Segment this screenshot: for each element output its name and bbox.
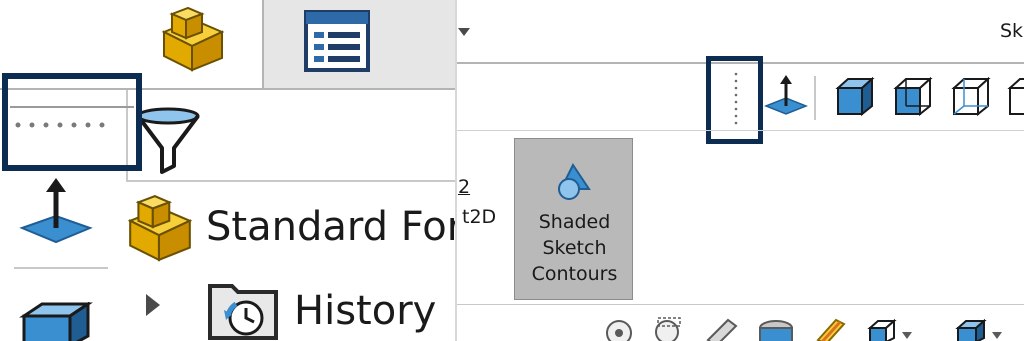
feature-manager-panel: Standard For History: [0, 0, 456, 341]
graphics-area-toolbar: Sk 2 t2D Shaded Sketch Contours: [456, 0, 1024, 341]
tab-property-manager[interactable]: [262, 0, 416, 88]
shaded-icon[interactable]: [892, 76, 934, 118]
dropdown-caret-icon[interactable]: [458, 28, 470, 38]
tab-config-manager[interactable]: [412, 0, 456, 88]
zoom-area-icon[interactable]: [652, 316, 686, 341]
wireframe-icon[interactable]: [1006, 76, 1024, 118]
normal-to-icon[interactable]: [18, 176, 94, 248]
normal-to-icon[interactable]: [764, 74, 808, 118]
property-manager-icon: [304, 10, 370, 72]
heads-up-toolbar-border: [456, 304, 1024, 305]
previous-view-icon[interactable]: [704, 316, 740, 341]
sketch-cut-label-top: 2: [458, 176, 471, 198]
display-style-icon[interactable]: [954, 318, 988, 341]
toolbar-bottom-border: [456, 130, 1024, 131]
view-orientation-icon[interactable]: [866, 318, 898, 341]
toolrow-bottom-border: [128, 180, 456, 182]
shaded-with-edges-icon[interactable]: [834, 76, 876, 118]
sketch-cut-label: t2D: [462, 206, 497, 228]
shaded-with-edges-icon[interactable]: [18, 302, 94, 341]
tab-feature-manager[interactable]: [150, 0, 260, 88]
tree-item-history[interactable]: History: [294, 288, 436, 334]
dynamic-annotation-icon[interactable]: [812, 316, 848, 341]
panel-divider: [455, 0, 457, 341]
shaded-sketch-contours-label: Shaded Sketch Contours: [515, 209, 634, 287]
shaded-sketch-contours-button[interactable]: Shaded Sketch Contours: [514, 138, 633, 300]
history-folder-icon: [208, 284, 278, 340]
zoom-to-fit-icon[interactable]: [604, 318, 634, 341]
shaded-sketch-contours-icon: [558, 163, 591, 200]
part-icon: [127, 195, 193, 262]
hidden-lines-removed-icon[interactable]: [950, 76, 992, 118]
dropdown-caret-icon[interactable]: [902, 332, 912, 340]
label-line-2: Sketch: [542, 237, 607, 259]
expand-arrow-icon[interactable]: [144, 292, 162, 318]
separator: [14, 267, 108, 269]
highlight-box-splitter: [2, 73, 142, 171]
part-icon: [161, 6, 225, 72]
label-line-3: Contours: [531, 263, 618, 285]
label-line-1: Shaded: [538, 211, 611, 233]
section-view-icon[interactable]: [756, 318, 796, 341]
filter-icon[interactable]: [134, 104, 206, 176]
dropdown-caret-icon[interactable]: [992, 332, 1002, 340]
tree-item-standard-format[interactable]: Standard For: [206, 204, 456, 250]
header-cut-text: Sk: [1000, 20, 1024, 42]
toolbar-separator: [814, 76, 816, 120]
